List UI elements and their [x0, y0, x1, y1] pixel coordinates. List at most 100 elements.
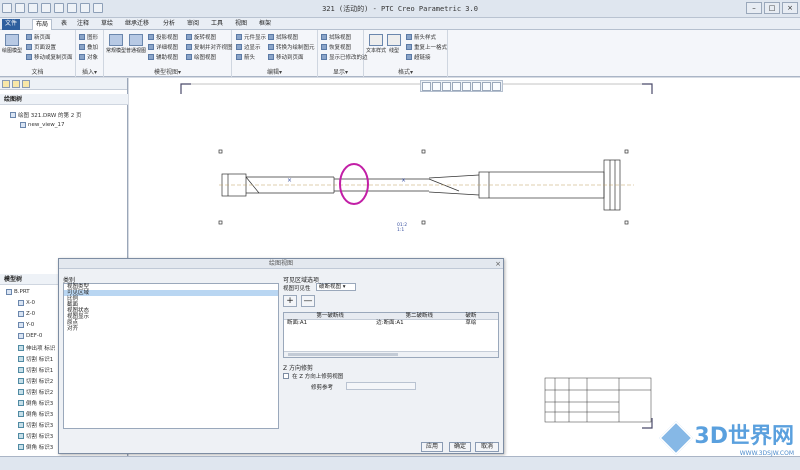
horizontal-scrollbar[interactable] [284, 351, 498, 357]
model-tree-item[interactable]: 切割 标识3 [18, 421, 53, 429]
folder-tab-icon[interactable] [12, 80, 20, 88]
view-item[interactable]: new_view_17 [20, 122, 65, 128]
arrow-style-button[interactable]: 箭头样式 [406, 33, 436, 41]
resume-view-icon [321, 44, 327, 50]
z-trim-checkbox[interactable] [283, 373, 289, 379]
edge-display-button[interactable]: 边显示 [236, 43, 261, 51]
tab-table[interactable]: 表 [58, 19, 70, 30]
table-row[interactable]: 断面:A1 边:断面:A1 草绘 [284, 320, 498, 327]
page-setup-button[interactable]: 页面设置 [26, 43, 56, 51]
erase-view-edit-button[interactable]: 拭除视图 [268, 33, 298, 41]
apply-button[interactable]: 应用 [421, 442, 443, 452]
drawing-tree-header[interactable]: 绘图树 [0, 94, 128, 105]
model-tree-item[interactable]: 倒角 标识3 [18, 399, 53, 407]
component-display-button[interactable]: 元件显示 [236, 33, 266, 41]
model-tree-item[interactable]: 切割 标识3 [18, 432, 53, 440]
zoom-out-icon[interactable] [442, 82, 451, 91]
favorites-tab-icon[interactable] [22, 80, 30, 88]
ribbon-tabs: 文件 布局 表 注释 草绘 继承迁移 分析 审阅 工具 视图 框架 [0, 18, 800, 30]
table-cell[interactable]: 草绘 [462, 320, 498, 327]
rotate-view-button[interactable]: 旋转视图 [186, 33, 216, 41]
display-style-icon[interactable] [462, 82, 471, 91]
model-tree-item[interactable]: 倒角 标识3 [18, 410, 53, 418]
text-style-button[interactable]: 文本样式 [366, 34, 386, 54]
show-modified-edges-button[interactable]: 显示已修改的边 [321, 53, 368, 61]
tab-frame[interactable]: 框架 [256, 19, 274, 30]
erase-view-button[interactable]: 拭除视图 [321, 33, 351, 41]
model-tree-item[interactable]: 切割 标识1 [18, 366, 53, 374]
arrow-icon [236, 54, 242, 60]
model-tree-item[interactable]: B.PRT [6, 289, 30, 295]
remove-break-button[interactable]: — [301, 295, 315, 307]
dialog-close-icon[interactable]: × [495, 260, 501, 268]
tab-annotate[interactable]: 注释 [74, 19, 92, 30]
general-model-button[interactable]: 常规模型 [106, 34, 126, 54]
projection-view-button[interactable]: 投影视图 [148, 33, 178, 41]
move-copy-page-button[interactable]: 移动或复制页面 [26, 53, 73, 61]
table-cell[interactable]: 边:断面:A1 [373, 320, 462, 327]
object-icon [79, 54, 85, 60]
repeat-format-button[interactable]: 重复上一格式 [406, 43, 447, 51]
model-tree-item[interactable]: 切割 标识2 [18, 377, 53, 385]
tab-sketch[interactable]: 草绘 [98, 19, 116, 30]
ok-button[interactable]: 确定 [449, 442, 471, 452]
datum-display-icon[interactable] [482, 82, 491, 91]
arrow-button[interactable]: 箭头 [236, 53, 255, 61]
cut-icon [18, 367, 24, 373]
datum-plane-icon [18, 322, 24, 328]
category-item[interactable]: 对齐 [64, 326, 278, 332]
annotation-display-icon[interactable] [492, 82, 501, 91]
tab-tools[interactable]: 工具 [208, 19, 226, 30]
add-break-button[interactable]: + [283, 295, 297, 307]
model-tree-item[interactable]: X-0 [18, 300, 35, 306]
tab-view[interactable]: 视图 [232, 19, 250, 30]
model-tree-item[interactable]: 倒角 标识3 [18, 443, 53, 451]
close-button[interactable]: × [782, 2, 798, 14]
drawing-page-item[interactable]: 绘图 321.DRW 的第 2 页 [10, 111, 82, 119]
tab-review[interactable]: 审阅 [184, 19, 202, 30]
graphic-button[interactable]: 图形 [79, 33, 98, 41]
new-page-button[interactable]: 新页面 [26, 33, 51, 41]
tab-file[interactable]: 文件 [2, 19, 21, 30]
model-tree-item[interactable]: Z-0 [18, 311, 35, 317]
doc-group: 绘图模型 新页面 页面设置 移动或复制页面 文档 [0, 30, 76, 77]
maximize-button[interactable]: □ [764, 2, 780, 14]
hyperlink-button[interactable]: 超链接 [406, 53, 431, 61]
chamfer-icon [18, 444, 24, 450]
move-to-page-button[interactable]: 移动到页面 [268, 53, 304, 61]
z-trim-option[interactable]: 在 Z 方向上修剪视图 [283, 372, 343, 380]
table-cell[interactable]: 断面:A1 [284, 320, 373, 327]
tree-tab-icon[interactable] [2, 80, 10, 88]
cancel-button[interactable]: 取消 [475, 442, 499, 452]
drawing-model-button[interactable]: 绘图模型 [2, 34, 22, 54]
graphics-toolbar [420, 80, 503, 92]
detail-view-button[interactable]: 详细视图 [148, 43, 178, 51]
convert-draft-button[interactable]: 转换为绘制图元 [268, 43, 315, 51]
tab-analysis[interactable]: 分析 [160, 19, 178, 30]
cut-icon [18, 422, 24, 428]
object-button[interactable]: 对象 [79, 53, 98, 61]
drawing-view-button[interactable]: 绘图视图 [186, 53, 216, 61]
trim-reference-input[interactable] [346, 382, 416, 390]
tab-legacy[interactable]: 继承迁移 [122, 19, 152, 30]
saved-views-icon[interactable] [472, 82, 481, 91]
refit-icon[interactable] [422, 82, 431, 91]
general-view-button[interactable]: 普通视图 [126, 34, 146, 54]
model-tree-item[interactable]: DEF-0 [18, 333, 42, 339]
model-tree-item[interactable]: 切割 标识1 [18, 355, 53, 363]
line-style-button[interactable]: 线型 [384, 34, 404, 54]
overlay-button[interactable]: 叠加 [79, 43, 98, 51]
copy-align-view-button[interactable]: 复制并对齐视图 [186, 43, 233, 51]
aux-view-button[interactable]: 辅助视图 [148, 53, 178, 61]
model-tree-item[interactable]: Y-0 [18, 322, 34, 328]
model-tree-item[interactable]: 伸出项 标识 [18, 344, 55, 352]
minimize-button[interactable]: – [746, 2, 762, 14]
zoom-in-icon[interactable] [432, 82, 441, 91]
model-tree-item[interactable]: 切割 标识2 [18, 388, 53, 396]
view-visibility-select[interactable]: 破断视图 ▾ [316, 283, 356, 291]
repaint-icon[interactable] [452, 82, 461, 91]
tab-layout[interactable]: 布局 [32, 19, 53, 30]
resume-view-button[interactable]: 恢复视图 [321, 43, 351, 51]
category-list: 视图类型 可见区域 比例 截面 视图状态 视图显示 原点 对齐 [63, 283, 279, 429]
rotate-icon [186, 34, 192, 40]
